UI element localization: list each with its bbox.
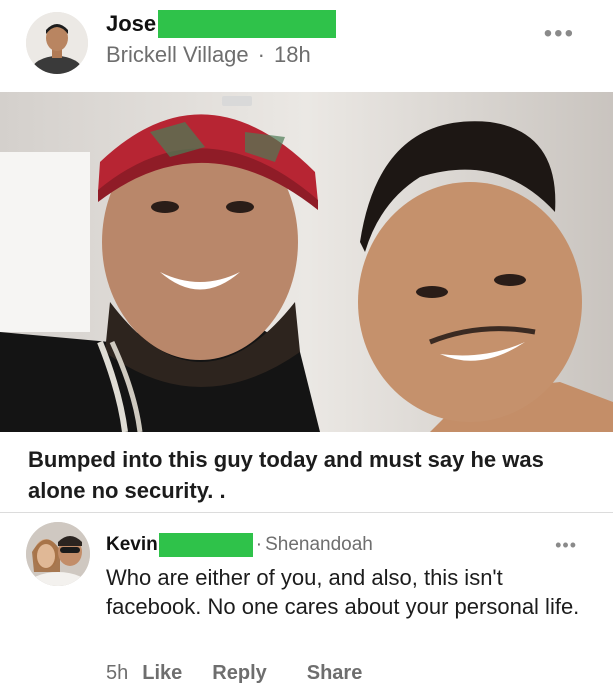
commenter-name[interactable]: Kevin: [106, 534, 158, 556]
post-location[interactable]: Brickell Village: [106, 42, 249, 68]
author-avatar[interactable]: [26, 12, 88, 74]
post-photo[interactable]: [0, 92, 613, 432]
author-row: Jose: [106, 8, 337, 40]
divider: [0, 512, 613, 513]
post-caption: Bumped into this guy today and must say …: [28, 447, 544, 503]
commenter-avatar-image: [26, 522, 90, 586]
author-avatar-image: [26, 12, 88, 74]
like-button[interactable]: Like: [142, 662, 182, 685]
commenter-location[interactable]: Shenandoah: [265, 534, 373, 556]
commenter-row: Kevin · Shenandoah: [106, 532, 373, 558]
comment-text: Who are either of you, and also, this is…: [106, 565, 580, 619]
reply-button[interactable]: Reply: [212, 662, 266, 685]
post-header: Jose Brickell Village · 18h •••: [0, 0, 613, 92]
comment-actions: 5h Like Reply Share: [106, 662, 362, 685]
post-time: 18h: [273, 42, 311, 67]
author-redaction-box: [158, 10, 337, 38]
commenter-avatar[interactable]: [26, 522, 90, 586]
comment-more-options-icon[interactable]: •••: [555, 536, 577, 554]
post-meta: Brickell Village · 18h: [106, 42, 311, 68]
commenter-redaction-box: [158, 533, 253, 557]
meta-separator: ·: [257, 42, 265, 67]
commenter-location-separator: ·: [255, 534, 263, 555]
post-photo-image: [0, 92, 613, 432]
author-name[interactable]: Jose: [106, 11, 156, 37]
share-button[interactable]: Share: [307, 662, 363, 685]
comment-time: 5h: [106, 662, 129, 684]
post-more-options-icon[interactable]: •••: [544, 22, 575, 46]
